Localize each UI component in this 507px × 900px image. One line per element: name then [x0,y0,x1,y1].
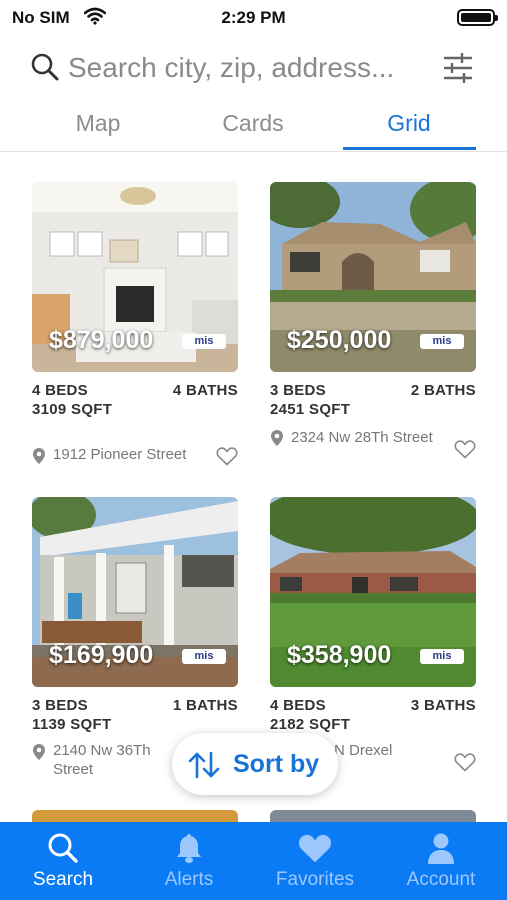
square-footage: 2451 SQFT [270,401,351,418]
listing-photo[interactable]: $358,900 mis [270,497,476,687]
baths-count: 3 BATHS [410,697,476,714]
listing-photo-partial[interactable] [32,810,238,822]
tab-map[interactable]: Map [33,110,163,137]
tab-grid[interactable]: Grid [344,110,474,137]
tab-alerts[interactable]: Alerts [126,822,252,900]
location-pin-icon [271,430,283,446]
mls-badge: mis [420,334,464,349]
square-footage: 2182 SQFT [270,716,351,733]
listing-price: $879,000 [49,326,154,354]
heart-icon [298,834,332,863]
mls-badge: mis [182,649,226,664]
favorite-heart-icon[interactable] [216,446,238,466]
clock: 2:29 PM [221,8,286,27]
bell-icon [177,834,201,863]
listing-address: N Drexel [334,742,393,759]
sort-by-label: Sort by [233,750,320,778]
listing-price: $250,000 [287,326,392,354]
square-footage: 1139 SQFT [32,716,112,733]
tab-favorites[interactable]: Favorites [252,822,378,900]
sort-by-button[interactable]: Sort by [172,733,338,795]
listing-address: 1912 Pioneer Street [53,446,187,463]
tab-account-label: Account [406,869,476,890]
favorite-heart-icon[interactable] [454,752,476,772]
favorite-heart-icon[interactable] [454,439,476,459]
baths-count: 4 BATHS [172,382,238,399]
view-tabs: Map Cards Grid [0,104,507,152]
square-footage: 3109 SQFT [32,401,113,418]
baths-count: 1 BATHS [172,697,238,714]
listing-photo-partial[interactable] [270,810,476,822]
location-pin-icon [33,744,45,760]
battery-icon [457,9,498,26]
tab-search[interactable]: Search [0,822,126,900]
mls-badge: mis [420,649,464,664]
listing-card[interactable]: $250,000 mis 3 BEDS 2 BATHS 2451 SQFT 23… [270,182,476,482]
listing-photo[interactable]: $879,000 mis [32,182,238,372]
listing-photo[interactable]: $250,000 mis [270,182,476,372]
listing-grid[interactable]: $879,000 mis 4 BEDS 4 BATHS 3109 SQFT 19… [0,152,507,822]
listing-price: $358,900 [287,641,392,669]
tab-cards[interactable]: Cards [188,110,318,137]
status-bar: No SIM 2:29 PM [0,0,507,34]
listing-address: 2324 Nw 28Th Street [291,429,433,446]
tab-alerts-label: Alerts [164,869,214,890]
bottom-tab-bar: Search Alerts Favorites Account [0,822,507,900]
search-bar [0,44,507,92]
location-pin-icon [33,448,45,464]
beds-count: 3 BEDS [32,697,88,714]
beds-count: 4 BEDS [270,697,326,714]
search-input[interactable] [68,48,428,88]
active-tab-indicator [343,147,476,150]
tab-search-label: Search [32,869,94,890]
listing-photo[interactable]: $169,900 mis [32,497,238,687]
listing-address: 2140 Nw 36Th Street [53,742,151,778]
mls-badge: mis [182,334,226,349]
search-icon [48,833,78,863]
sort-arrows-icon [188,751,220,779]
beds-count: 3 BEDS [270,382,326,399]
tab-account[interactable]: Account [378,822,504,900]
listing-price: $169,900 [49,641,154,669]
person-icon [428,833,454,864]
beds-count: 4 BEDS [32,382,88,399]
tab-favorites-label: Favorites [275,869,355,890]
filter-sliders-icon[interactable] [440,50,476,86]
listing-card[interactable]: $879,000 mis 4 BEDS 4 BATHS 3109 SQFT 19… [32,182,238,482]
baths-count: 2 BATHS [410,382,476,399]
search-icon [31,53,59,81]
